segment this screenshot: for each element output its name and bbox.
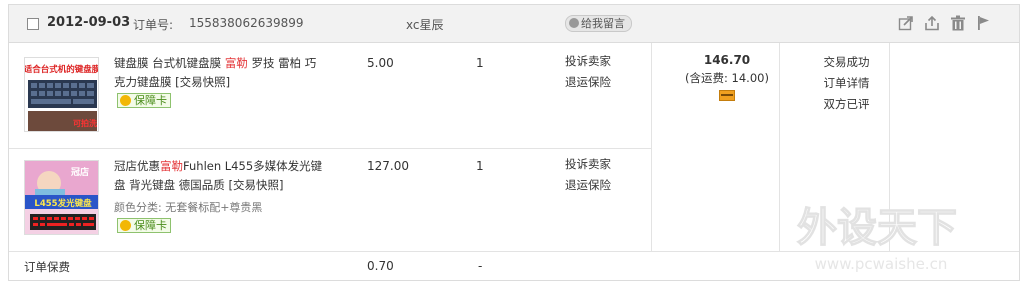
guarantee-label: 保障卡 <box>134 219 167 232</box>
complain-seller-link[interactable]: 投诉卖家 <box>565 154 611 175</box>
order-status: 交易成功 订单详情 双方已评 <box>799 52 894 115</box>
order-total: 146.70 (含运费: 14.00) <box>652 51 802 104</box>
guarantee-icon <box>120 95 131 106</box>
return-insurance-link[interactable]: 退运保险 <box>565 72 611 93</box>
message-icon <box>569 18 579 28</box>
unit-price: 5.00 <box>367 56 394 70</box>
order-insurance-qty: - <box>478 259 483 273</box>
quantity: 1 <box>476 56 484 70</box>
row-divider <box>9 148 651 149</box>
share-icon[interactable] <box>898 15 914 31</box>
order-date: 2012-09-03 <box>47 15 131 30</box>
upload-icon[interactable] <box>924 15 940 31</box>
trade-success-status: 交易成功 <box>823 55 870 69</box>
leave-message-button[interactable]: 给我留言 <box>565 15 632 32</box>
leave-message-label: 给我留言 <box>581 17 625 30</box>
sku-info: 颜色分类: 无套餐标配+尊贵黑 <box>114 201 263 214</box>
product-title-text: 键盘膜 台式机键盘膜 <box>114 56 225 70</box>
item-actions: 投诉卖家 退运保险 <box>565 51 611 93</box>
return-insurance-link[interactable]: 退运保险 <box>565 175 611 196</box>
site-watermark: 外设天下 www.pcwaishe.cn <box>796 204 957 273</box>
thumb-caption: 适合台式机的键盘膜 <box>25 64 99 75</box>
thumb-caption: 冠店 <box>71 166 89 178</box>
product-title[interactable]: 键盘膜 台式机键盘膜 富勒 罗技 雷柏 巧克力键盘膜 [交易快照] <box>114 54 324 92</box>
thumb-caption: L455发光键盘 <box>34 198 92 209</box>
item-actions: 投诉卖家 退运保险 <box>565 154 611 196</box>
quantity: 1 <box>476 159 484 173</box>
watermark-url: www.pcwaishe.cn <box>815 255 948 273</box>
total-amount: 146.70 <box>703 53 751 67</box>
order-header: 2012-09-03 订单号: 155838062639899 xc星辰 给我留… <box>9 5 1019 43</box>
brand-highlight: 富勒 <box>224 56 248 70</box>
order-number: 155838062639899 <box>189 16 304 30</box>
select-order-checkbox[interactable] <box>27 18 39 30</box>
product-title-text: 冠店优惠 <box>114 159 160 173</box>
guarantee-card-badge[interactable]: 保障卡 <box>117 218 171 233</box>
brand-highlight: 富勒 <box>160 159 183 173</box>
guarantee-card-badge[interactable]: 保障卡 <box>117 93 171 108</box>
watermark-title: 外设天下 <box>797 205 957 251</box>
thumb-caption: 可拍洗 <box>73 118 97 128</box>
product-thumbnail[interactable]: 冠店 L455发光键盘 <box>24 160 99 235</box>
order-number-label: 订单号: <box>133 18 174 32</box>
both-rated-link[interactable]: 双方已评 <box>799 94 894 115</box>
seller-name[interactable]: xc星辰 <box>406 16 444 33</box>
payment-card-icon[interactable] <box>719 90 735 101</box>
order-insurance-fee: 0.70 <box>367 259 394 273</box>
product-title[interactable]: 冠店优惠富勒Fuhlen L455多媒体发光键盘 背光键盘 德国品质 [交易快照… <box>114 157 324 195</box>
product-thumbnail[interactable]: 适合台式机的键盘膜 可拍洗 <box>24 57 99 132</box>
order-insurance-label: 订单保费 <box>24 260 70 274</box>
trash-icon[interactable] <box>950 15 966 31</box>
complain-seller-link[interactable]: 投诉卖家 <box>565 51 611 72</box>
unit-price: 127.00 <box>367 159 409 173</box>
flag-icon[interactable] <box>976 15 992 31</box>
shipping-fee: (含运费: 14.00) <box>685 71 769 85</box>
order-details-link[interactable]: 订单详情 <box>799 73 894 94</box>
guarantee-icon <box>120 220 131 231</box>
guarantee-label: 保障卡 <box>134 94 167 107</box>
